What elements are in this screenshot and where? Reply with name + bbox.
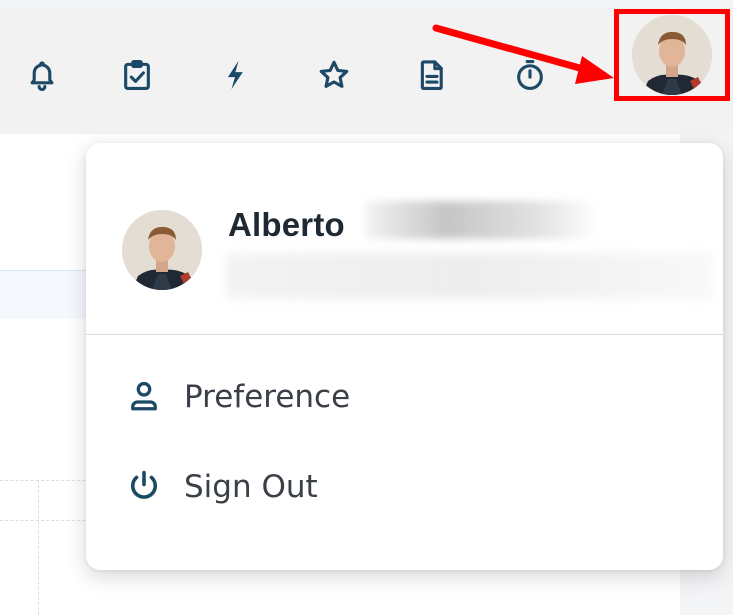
menu-item-label: Preference <box>184 379 351 415</box>
grid-line <box>0 520 90 521</box>
star-icon[interactable] <box>314 55 354 95</box>
profile-header: Alberto <box>86 143 723 335</box>
menu-item-preference[interactable]: Preference <box>86 360 723 432</box>
bell-icon[interactable] <box>22 55 62 95</box>
profile-avatar <box>122 210 202 290</box>
profile-dropdown-menu: Alberto Preference Sign Out <box>86 143 723 570</box>
redacted-last-name <box>366 201 594 239</box>
avatar-image <box>122 210 202 290</box>
power-icon <box>124 466 164 506</box>
user-name: Alberto <box>228 206 345 243</box>
avatar-image <box>632 15 712 95</box>
lightning-icon[interactable] <box>215 55 255 95</box>
highlight-box <box>614 9 730 101</box>
menu-item-sign-out[interactable]: Sign Out <box>86 450 723 522</box>
grid-line <box>0 480 90 481</box>
clipboard-check-icon[interactable] <box>117 55 157 95</box>
user-icon <box>124 376 164 416</box>
redacted-email <box>226 253 714 299</box>
menu-item-label: Sign Out <box>184 469 318 505</box>
grid-line <box>38 480 39 615</box>
annotation-arrow <box>432 24 614 84</box>
avatar-button[interactable] <box>632 15 712 95</box>
